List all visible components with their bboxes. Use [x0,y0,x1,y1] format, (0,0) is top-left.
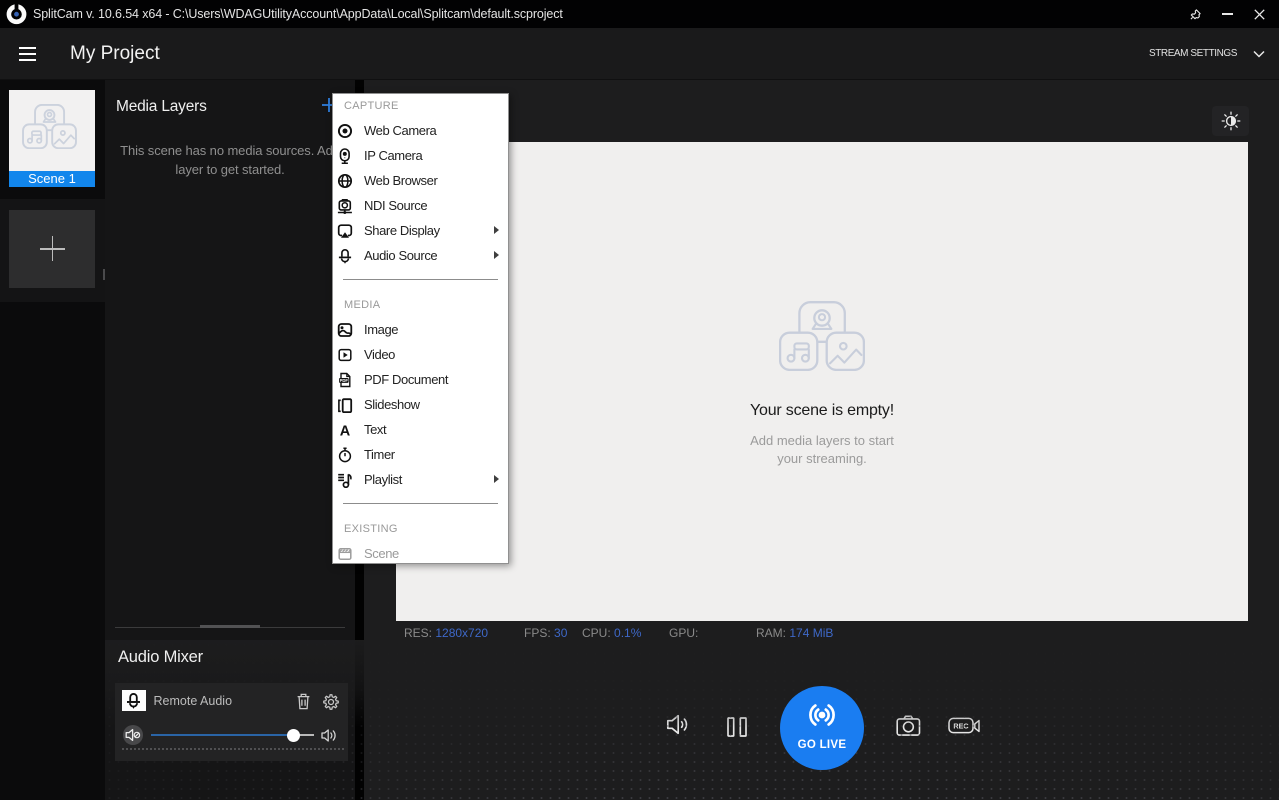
svg-text:A: A [340,423,351,438]
svg-text:PDF: PDF [340,378,349,383]
